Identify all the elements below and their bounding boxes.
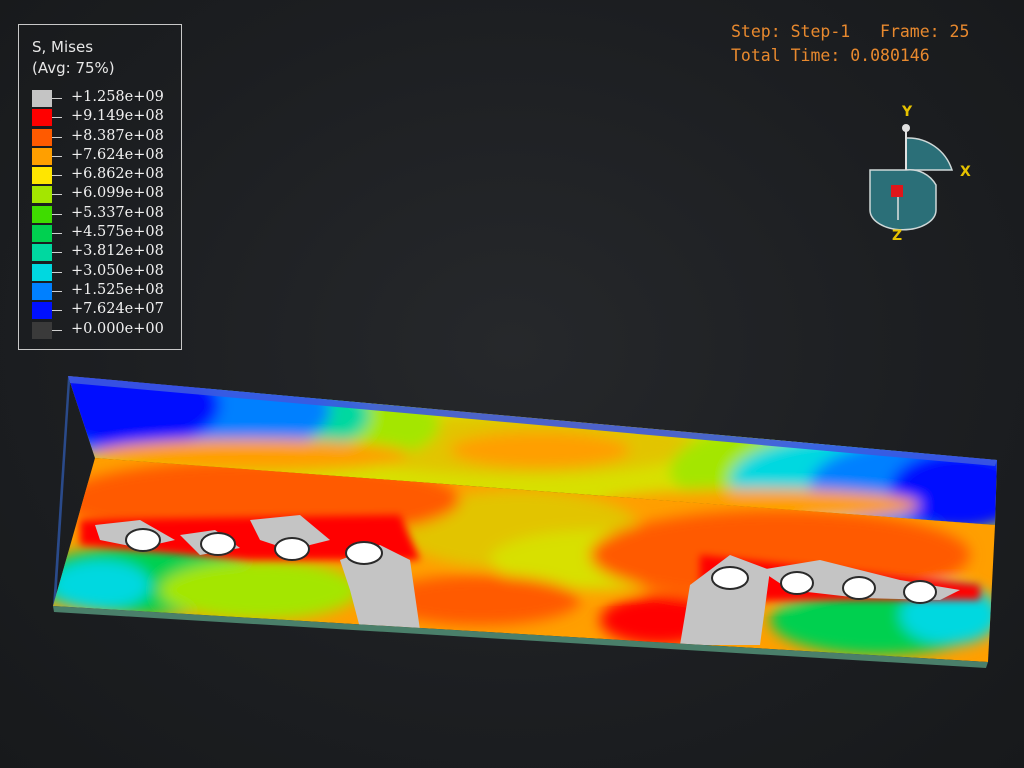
- legend-tick: [52, 155, 62, 157]
- legend-swatch: [32, 167, 52, 185]
- legend-entry: +4.575e+08: [19, 224, 181, 243]
- legend-entry: +8.387e+08: [19, 128, 181, 147]
- legend-tick: [52, 98, 62, 99]
- x-axis-label: X: [960, 164, 971, 180]
- total-time-line: Total Time: 0.080146: [731, 46, 930, 65]
- legend-value: +1.258e+09: [71, 89, 164, 105]
- legend-tick: [52, 290, 62, 292]
- legend-value: +9.149e+08: [71, 108, 164, 125]
- step-frame-line: Step: Step-1 Frame: 25: [731, 22, 970, 41]
- legend-value: +6.099e+08: [71, 185, 164, 202]
- z-axis-label: Z: [892, 228, 903, 244]
- legend-swatch: [32, 109, 52, 127]
- legend-tick: [52, 117, 62, 119]
- bolt-holes: [125, 528, 937, 604]
- legend-tick: [52, 310, 62, 312]
- angle-web: [53, 458, 995, 662]
- legend-tick: [52, 175, 62, 177]
- legend-subtitle: (Avg: 75%): [32, 59, 115, 77]
- legend-swatch: [32, 90, 52, 107]
- legend-value: +7.624e+08: [71, 146, 164, 163]
- orientation-triad[interactable]: Y X Z: [850, 100, 980, 254]
- angle-flange: [68, 376, 997, 525]
- step-frame-info: Step: Step-1 Frame: 25 Total Time: 0.0801…: [731, 20, 969, 68]
- stress-legend: S, Mises (Avg: 75%) +1.258e+09 +9.149e+08…: [18, 24, 182, 350]
- legend-entry: +1.525e+08: [19, 282, 181, 301]
- legend-value: +6.862e+08: [71, 166, 164, 183]
- legend-value: +0.000e+00: [71, 320, 164, 337]
- legend-title: S, Mises: [32, 38, 94, 56]
- legend-swatch: [32, 186, 52, 204]
- legend-value: +8.387e+08: [71, 127, 164, 144]
- legend-tick: [52, 329, 62, 331]
- legend-entry: +6.862e+08: [19, 166, 181, 185]
- legend-tick: [52, 252, 62, 254]
- legend-entry: +0.000e+00: [19, 321, 181, 340]
- legend-tick: [52, 136, 62, 138]
- legend-entry: +1.258e+09: [19, 89, 181, 108]
- legend-entry: +3.050e+08: [19, 263, 181, 282]
- legend-entry: +6.099e+08: [19, 185, 181, 204]
- legend-swatch: [32, 205, 52, 223]
- legend-tick: [52, 233, 62, 235]
- legend-entry: +9.149e+08: [19, 108, 181, 127]
- legend-value: +4.575e+08: [71, 224, 164, 241]
- legend-swatch: [32, 225, 52, 243]
- legend-entry: +7.624e+07: [19, 301, 181, 320]
- legend-swatch: [32, 321, 52, 339]
- legend-entry: +7.624e+08: [19, 147, 181, 166]
- legend-value: +1.525e+08: [71, 281, 164, 298]
- legend-swatch: [32, 128, 52, 146]
- y-axis-label: Y: [902, 104, 913, 120]
- legend-swatch: [32, 244, 52, 262]
- legend-entries: +1.258e+09 +9.149e+08 +8.387e+08 +7.624e+08…: [19, 89, 181, 340]
- legend-swatch: [32, 147, 52, 165]
- legend-swatch: [32, 282, 52, 300]
- legend-tick: [52, 194, 62, 196]
- legend-value: +3.812e+08: [71, 243, 164, 260]
- legend-tick: [52, 213, 62, 215]
- legend-swatch: [32, 302, 52, 320]
- legend-value: +5.337e+08: [71, 204, 164, 221]
- legend-tick: [52, 271, 62, 273]
- legend-entry: +5.337e+08: [19, 205, 181, 224]
- legend-entry: +3.812e+08: [19, 243, 181, 262]
- legend-swatch: [32, 263, 52, 281]
- legend-value: +7.624e+07: [71, 301, 164, 318]
- legend-value: +3.050e+08: [71, 262, 164, 279]
